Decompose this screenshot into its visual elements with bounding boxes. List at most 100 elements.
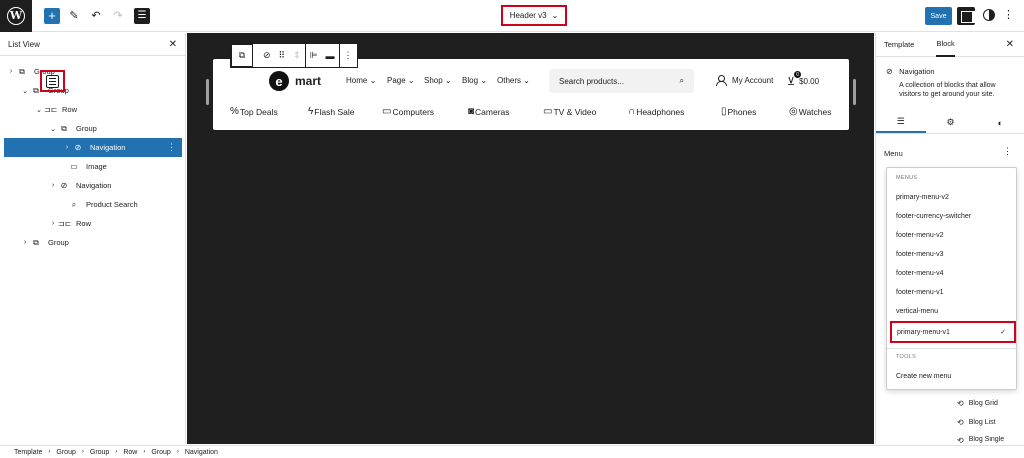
category-headphones[interactable]: ∩ Headphones (628, 106, 684, 117)
tab-template[interactable]: Template (884, 33, 914, 57)
list-item-group-4[interactable]: › ⧉ Group (20, 233, 69, 252)
list-item-row-2[interactable]: › ⊐⊏ Row (48, 214, 91, 233)
breadcrumb-item[interactable]: Row (123, 449, 137, 456)
breadcrumb-item[interactable]: Group (151, 449, 170, 456)
category-computers[interactable]: ▭ Computers (382, 106, 434, 117)
category-cameras[interactable]: ◙ Cameras (468, 106, 510, 117)
settings-sidebar-toggle-icon[interactable] (957, 7, 976, 25)
list-item-label: Navigation (90, 143, 126, 152)
breadcrumb-item[interactable]: Group (90, 449, 109, 456)
inspector-sub-tabs: ☰ ⚙ ◐ (876, 112, 1024, 134)
chevron-right-icon[interactable]: › (48, 220, 58, 227)
move-arrows-icon[interactable]: ⇕ (293, 50, 301, 61)
category-label: Phones (727, 106, 757, 117)
menu-item-page[interactable]: Page ⌄ (387, 76, 415, 85)
category-flash-sale[interactable]: ϟ Flash Sale (308, 106, 354, 117)
list-item-group-3[interactable]: ⌄ ⧉ Group (48, 119, 97, 138)
menu-item-others[interactable]: Others ⌄ (497, 76, 530, 85)
background-block-blog-single[interactable]: ⟲ Blog Single (957, 436, 1004, 444)
list-lines-icon: ☰ (896, 116, 905, 126)
menu-item-blog[interactable]: Blog ⌄ (462, 76, 487, 85)
options-vertical-dots-icon[interactable]: ⋮ (167, 142, 176, 153)
close-icon[interactable]: ✕ (1006, 39, 1014, 50)
tab-list-view[interactable]: ☰ (876, 112, 926, 133)
menu-option[interactable]: vertical-menu (896, 308, 938, 315)
close-icon[interactable]: ✕ (169, 39, 177, 50)
block-pattern-icon: ⟲ (957, 418, 964, 427)
menu-option[interactable]: primary-menu-v2 (896, 194, 949, 201)
options-vertical-dots-icon[interactable]: ⋮ (1003, 8, 1014, 22)
menu-option-selected[interactable]: primary-menu-v1 ✓ (890, 321, 1016, 343)
align-center-icon[interactable]: ▬ (326, 51, 335, 61)
select-parent-button[interactable]: ⧉ (231, 44, 253, 67)
list-item-row-1[interactable]: ⌄ ⊐⊏ Row (34, 100, 77, 119)
save-button[interactable]: Save (925, 7, 952, 25)
category-tv-video[interactable]: ▭ TV & Video (543, 106, 596, 117)
menu-option[interactable]: footer-currency-switcher (896, 213, 971, 220)
styles-half-circle-icon: ◐ (997, 117, 1003, 128)
block-label: Blog List (968, 419, 996, 426)
menu-item-label: Home (346, 76, 368, 85)
list-item-image[interactable]: ▭ Image (58, 157, 107, 176)
chevron-down-icon[interactable]: ⌄ (34, 106, 44, 114)
tab-settings[interactable]: ⚙ (926, 112, 976, 133)
menu-options-vertical-dots-icon[interactable]: ⋮ (1003, 146, 1012, 157)
menu-option[interactable]: footer-menu-v1 (896, 289, 943, 296)
product-search-input[interactable]: Search products... ⌕ (549, 69, 694, 93)
tab-styles[interactable]: ◐ (975, 112, 1024, 133)
chevron-right-icon[interactable]: › (20, 239, 30, 246)
category-watches[interactable]: ◎ Watches (789, 106, 832, 117)
menu-option[interactable]: footer-menu-v2 (896, 232, 943, 239)
row-icon: ⊐⊏ (44, 105, 58, 114)
list-view-toggle-button[interactable]: ☰ (134, 7, 150, 24)
logo-text: mart (295, 74, 322, 88)
chevron-right-icon[interactable]: › (6, 68, 16, 75)
menu-option[interactable]: footer-menu-v4 (896, 270, 943, 277)
block-options-group: ⋮ (340, 44, 357, 67)
chevron-down-icon[interactable]: ⌄ (20, 87, 30, 95)
drag-handle-icon[interactable]: ⠿ (279, 50, 286, 61)
wordpress-logo-button[interactable]: W (0, 0, 32, 32)
chevron-right-icon[interactable]: › (48, 182, 58, 189)
undo-button[interactable]: ↶ (88, 8, 104, 24)
tools-edit-button[interactable]: ✎ (66, 8, 82, 24)
list-item-navigation-2[interactable]: › ⊘ Navigation (48, 176, 112, 195)
breadcrumb-item[interactable]: Group (56, 449, 75, 456)
redo-button[interactable]: ↷ (110, 8, 126, 24)
inspector-tabs: Template Block ✕ (876, 33, 1024, 57)
category-phones[interactable]: ▯ Phones (721, 106, 756, 117)
block-label: Blog Grid (968, 400, 998, 407)
background-block-blog-list[interactable]: ⟲ Blog List (957, 418, 996, 427)
menu-item-label: Others (497, 76, 522, 85)
category-top-deals[interactable]: % Top Deals (230, 106, 278, 117)
site-logo[interactable]: e mart (269, 71, 321, 91)
menu-item-shop[interactable]: Shop ⌄ (424, 76, 452, 85)
alignment-group: ⊫ ▬ (306, 44, 340, 67)
right-resize-handle[interactable] (853, 79, 856, 105)
navigation-compass-icon[interactable]: ⊘ (263, 50, 271, 61)
list-item-product-search[interactable]: ⌕ Product Search (58, 195, 138, 214)
list-item-navigation-selected[interactable]: › ⊘ Navigation ⋮ (4, 138, 182, 157)
justify-left-icon[interactable]: ⊫ (310, 50, 318, 61)
header-template-preview (213, 59, 849, 130)
chevron-down-icon[interactable]: ⌄ (48, 125, 58, 133)
navigation-menu-icon-button[interactable] (40, 70, 65, 92)
left-resize-handle[interactable] (206, 79, 209, 105)
options-vertical-dots-icon[interactable]: ⋮ (344, 50, 353, 61)
add-block-button[interactable]: + (44, 7, 60, 24)
menu-option[interactable]: footer-menu-v3 (896, 251, 943, 258)
document-title-dropdown[interactable]: Header v3 ⌄ (501, 5, 567, 26)
menu-section-label: Menu (884, 149, 903, 158)
chevron-right-icon[interactable]: › (62, 144, 72, 151)
mini-cart[interactable]: ⊻ 0 $0.00 (787, 71, 819, 88)
menu-item-label: Shop (424, 76, 443, 85)
tab-block[interactable]: Block (936, 33, 955, 57)
menu-item-home[interactable]: Home ⌄ (346, 76, 376, 85)
editor-canvas[interactable]: ⧉ ⊘ ⠿ ⇕ ⊫ ▬ ⋮ (187, 33, 874, 444)
breadcrumb-item[interactable]: Template (14, 449, 42, 456)
my-account-link[interactable]: My Account (716, 75, 773, 86)
create-new-menu-option[interactable]: Create new menu (896, 373, 951, 380)
styles-half-circle-icon[interactable] (983, 9, 995, 21)
search-icon[interactable]: ⌕ (680, 76, 684, 86)
background-block-blog-grid[interactable]: ⟲ Blog Grid (957, 399, 998, 408)
